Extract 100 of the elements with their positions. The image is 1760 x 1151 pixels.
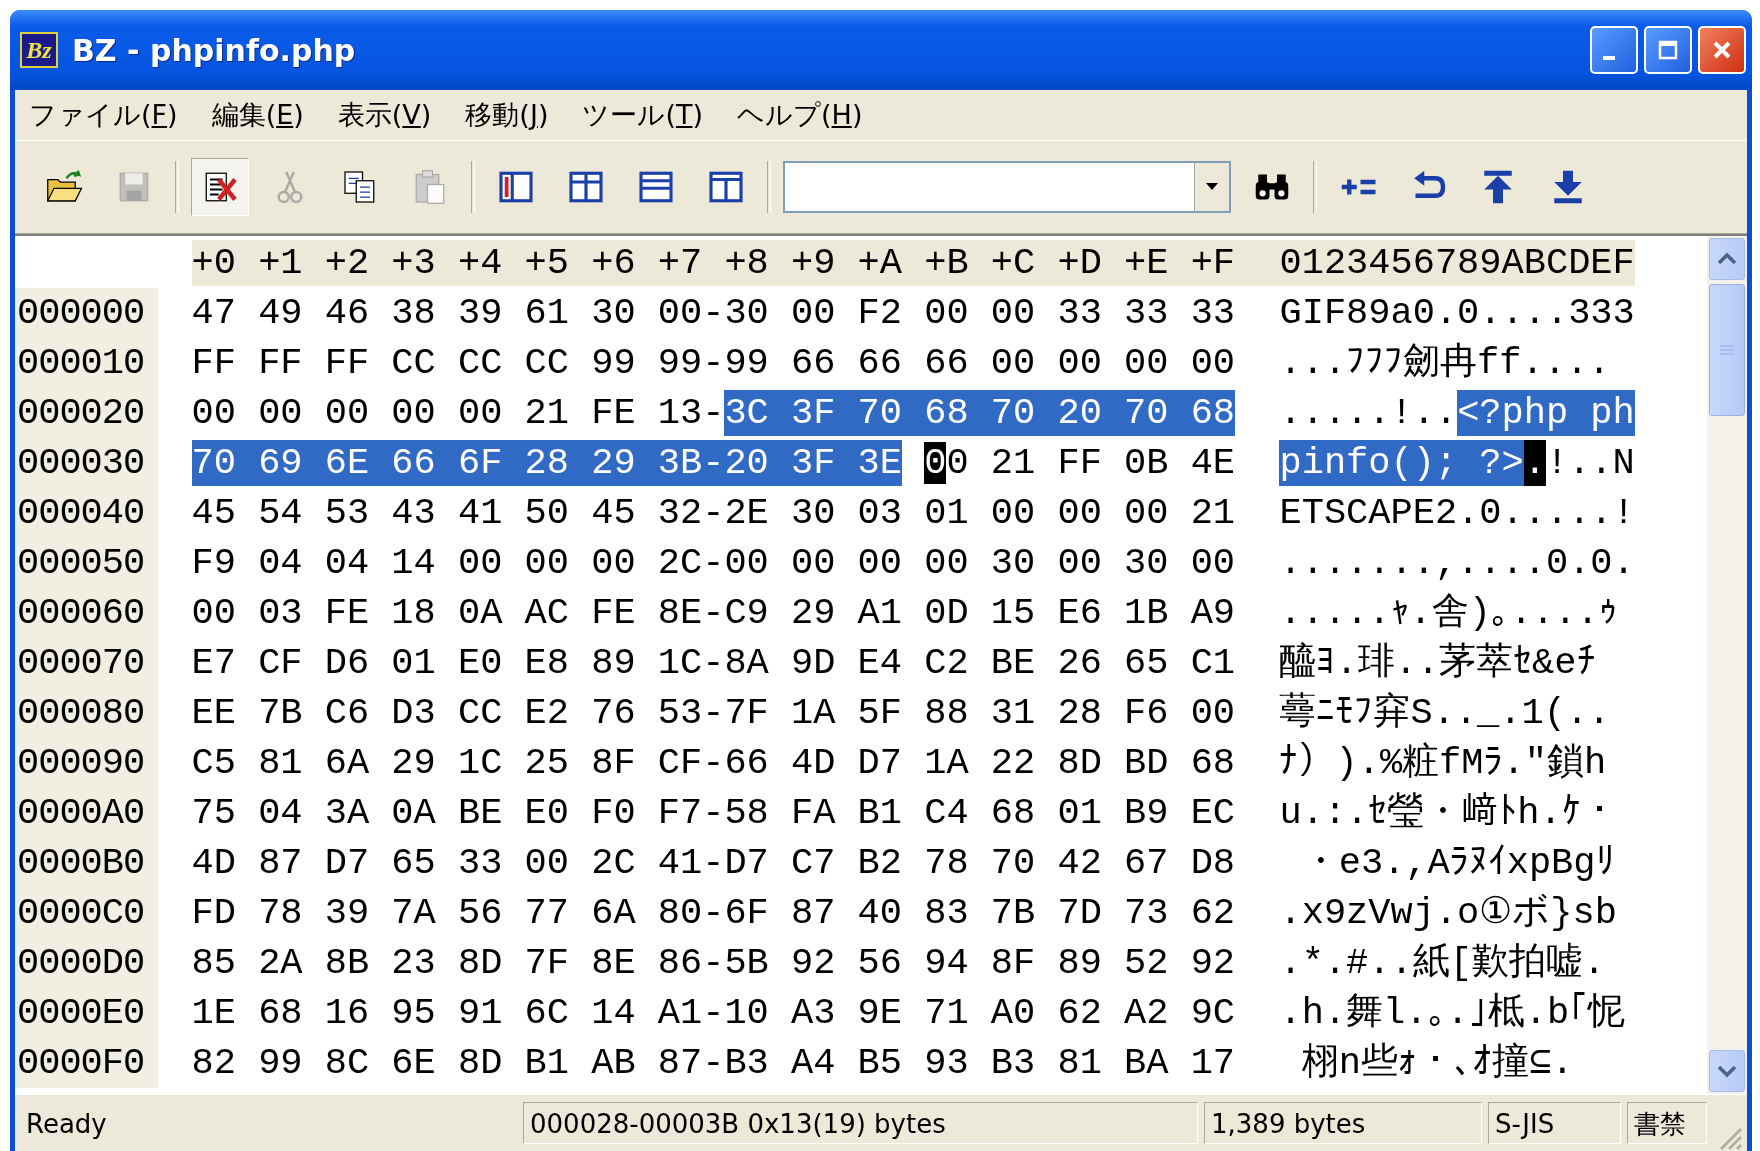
- hex-byte[interactable]: 66: [924, 340, 969, 386]
- hex-byte[interactable]: 7A: [391, 890, 436, 936]
- hex-byte[interactable]: 41: [657, 840, 703, 886]
- hex-byte[interactable]: 01: [924, 490, 969, 536]
- hex-byte[interactable]: 7D: [1057, 890, 1102, 936]
- hex-byte[interactable]: F2: [857, 290, 902, 336]
- hex-byte[interactable]: 00: [1190, 540, 1236, 586]
- hex-byte[interactable]: E0: [524, 790, 569, 836]
- hex-byte[interactable]: 00: [1057, 490, 1102, 536]
- hex-byte[interactable]: 99: [724, 340, 769, 386]
- hex-byte[interactable]: A3: [791, 990, 836, 1036]
- hex-byte[interactable]: 70: [990, 840, 1036, 886]
- hex-byte[interactable]: 61: [524, 290, 569, 336]
- hex-byte[interactable]: 31: [990, 690, 1036, 736]
- hex-byte[interactable]: 87: [791, 890, 836, 936]
- hex-byte[interactable]: 54: [258, 490, 303, 536]
- hex-byte[interactable]: 6F: [724, 890, 769, 936]
- hex-byte[interactable]: 2C: [591, 840, 636, 886]
- hex-byte[interactable]: 40: [857, 890, 902, 936]
- hex-byte[interactable]: 01: [391, 640, 436, 686]
- hex-byte[interactable]: 00: [391, 390, 436, 436]
- hex-byte[interactable]: 6A: [591, 890, 636, 936]
- hex-byte[interactable]: 5F: [857, 690, 902, 736]
- hex-byte[interactable]: 68: [1190, 390, 1236, 436]
- hex-byte[interactable]: 30: [1124, 540, 1169, 586]
- hex-byte[interactable]: 65: [391, 840, 436, 886]
- hex-byte[interactable]: 33: [1124, 290, 1169, 336]
- hex-byte[interactable]: F6: [1124, 690, 1169, 736]
- hex-byte[interactable]: 29: [591, 440, 658, 486]
- hex-byte[interactable]: 28: [1057, 690, 1102, 736]
- hex-byte[interactable]: 45: [591, 490, 636, 536]
- hex-byte[interactable]: F7: [657, 790, 703, 836]
- scroll-down-button[interactable]: [1709, 1050, 1745, 1092]
- hex-byte[interactable]: 00: [990, 490, 1036, 536]
- hex-byte[interactable]: 89: [1057, 940, 1102, 986]
- hex-byte[interactable]: 00: [791, 540, 836, 586]
- hex-byte[interactable]: 87: [657, 1040, 703, 1086]
- hex-byte[interactable]: 1A: [791, 690, 836, 736]
- hex-byte[interactable]: 17: [1190, 1040, 1236, 1086]
- scroll-up-button[interactable]: [1709, 238, 1745, 280]
- hex-byte[interactable]: 92: [791, 940, 836, 986]
- hex-byte[interactable]: CC: [391, 340, 436, 386]
- hex-byte[interactable]: 8D: [457, 1040, 503, 1086]
- hex-byte[interactable]: 78: [258, 890, 303, 936]
- hex-byte[interactable]: 91: [457, 990, 503, 1036]
- hex-byte[interactable]: 7F: [524, 940, 569, 986]
- hex-byte[interactable]: A1: [857, 590, 902, 636]
- hex-byte[interactable]: 6E: [324, 440, 392, 486]
- hex-byte[interactable]: 2E: [724, 490, 769, 536]
- hex-byte[interactable]: FA: [791, 790, 836, 836]
- hex-byte[interactable]: 00: [990, 290, 1036, 336]
- hex-byte[interactable]: 66: [724, 740, 769, 786]
- hex-byte[interactable]: 0D: [924, 590, 969, 636]
- hex-byte[interactable]: 4E: [1190, 440, 1236, 486]
- hex-byte[interactable]: BE: [990, 640, 1036, 686]
- hex-byte[interactable]: 81: [258, 740, 303, 786]
- hex-byte[interactable]: 3E: [857, 440, 902, 486]
- hex-byte[interactable]: B5: [857, 1040, 902, 1086]
- hex-byte[interactable]: 04: [258, 790, 303, 836]
- hex-byte[interactable]: 3F: [791, 440, 858, 486]
- hex-byte[interactable]: 39: [457, 290, 503, 336]
- hex-byte[interactable]: 28: [524, 440, 592, 486]
- hex-byte[interactable]: 00: [1057, 540, 1102, 586]
- hex-byte[interactable]: 46: [324, 290, 370, 336]
- hex-byte[interactable]: 47: [191, 290, 236, 336]
- hex-byte[interactable]: E7: [191, 640, 236, 686]
- hex-byte[interactable]: F0: [591, 790, 636, 836]
- hex-byte[interactable]: B2: [857, 840, 902, 886]
- hex-byte[interactable]: 49: [258, 290, 303, 336]
- hex-byte[interactable]: EC: [1190, 790, 1236, 836]
- hex-byte[interactable]: 6E: [391, 1040, 436, 1086]
- hex-byte[interactable]: 8D: [457, 940, 503, 986]
- hex-byte[interactable]: 41: [457, 490, 503, 536]
- menu-item[interactable]: ファイル(F): [29, 97, 178, 133]
- hex-byte[interactable]: 8A: [724, 640, 769, 686]
- hex-byte[interactable]: 00: [191, 390, 236, 436]
- hex-byte[interactable]: 29: [391, 740, 436, 786]
- hex-byte[interactable]: 42: [1057, 840, 1102, 886]
- hex-byte[interactable]: 00: [1124, 490, 1169, 536]
- hex-byte[interactable]: 1C: [457, 740, 503, 786]
- hex-byte[interactable]: BD: [1124, 740, 1169, 786]
- hex-byte[interactable]: 4D: [791, 740, 836, 786]
- hex-byte[interactable]: 99: [258, 1040, 303, 1086]
- hex-byte[interactable]: 14: [591, 990, 636, 1036]
- hex-byte[interactable]: 67: [1124, 840, 1169, 886]
- hex-byte[interactable]: 26: [1057, 640, 1102, 686]
- hex-byte[interactable]: D6: [324, 640, 370, 686]
- hex-byte[interactable]: CC: [524, 340, 569, 386]
- hex-byte[interactable]: 00: [1190, 340, 1236, 386]
- minimize-button[interactable]: [1590, 26, 1638, 74]
- hex-byte[interactable]: 6F: [457, 440, 525, 486]
- hex-byte[interactable]: CF: [657, 740, 703, 786]
- hex-byte[interactable]: EE: [191, 690, 236, 736]
- hex-byte[interactable]: A9: [1190, 590, 1236, 636]
- hex-byte[interactable]: 76: [591, 690, 636, 736]
- hex-byte[interactable]: 16: [324, 990, 370, 1036]
- vertical-scrollbar[interactable]: [1707, 236, 1747, 1094]
- hex-byte[interactable]: 00: [924, 440, 969, 486]
- hex-byte[interactable]: FE: [591, 590, 636, 636]
- hex-byte[interactable]: C7: [791, 840, 836, 886]
